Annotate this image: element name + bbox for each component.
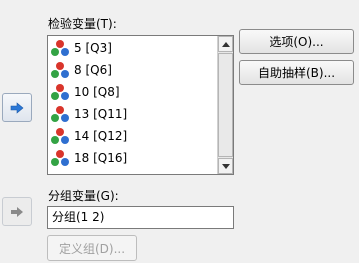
variable-label: 8 [Q6] <box>74 63 112 77</box>
scale-variable-icon <box>51 128 69 144</box>
scroll-thumb[interactable] <box>218 53 233 157</box>
chevron-up-icon <box>221 41 230 47</box>
list-item[interactable]: 10 [Q8] <box>50 82 120 102</box>
scale-variable-icon <box>51 106 69 122</box>
right-arrow-icon <box>10 101 24 114</box>
chevron-down-icon <box>221 163 230 169</box>
variable-label: 13 [Q11] <box>74 107 128 121</box>
variable-label: 10 [Q8] <box>74 85 120 99</box>
list-item[interactable]: 18 [Q16] <box>50 148 127 168</box>
variable-label: 18 [Q16] <box>74 151 128 165</box>
list-item[interactable]: 5 [Q3] <box>50 38 112 58</box>
variable-label: 5 [Q3] <box>74 41 112 55</box>
variable-label: 14 [Q12] <box>74 129 128 143</box>
list-item[interactable]: 8 [Q6] <box>50 60 112 80</box>
bootstrap-button[interactable]: 自助抽样(B)... <box>239 60 354 85</box>
list-item[interactable]: 14 [Q12] <box>50 126 127 146</box>
list-item[interactable]: 13 [Q11] <box>50 104 127 124</box>
move-to-grouping-button[interactable] <box>2 197 32 226</box>
options-button[interactable]: 选项(O)... <box>239 29 354 54</box>
move-to-test-button[interactable] <box>2 93 32 122</box>
scale-variable-icon <box>51 40 69 56</box>
test-variables-label: 检验变量(T): <box>48 17 117 31</box>
scroll-down-button[interactable] <box>218 158 233 174</box>
scale-variable-icon <box>51 62 69 78</box>
scale-variable-icon <box>51 84 69 100</box>
list-scrollbar[interactable] <box>217 36 233 174</box>
right-arrow-icon <box>11 206 23 217</box>
define-groups-button[interactable]: 定义组(D)... <box>47 235 137 261</box>
scroll-up-button[interactable] <box>218 36 233 52</box>
grouping-variable-field[interactable]: 分组(1 2) <box>47 206 234 229</box>
scale-variable-icon <box>51 150 69 166</box>
test-variables-list[interactable]: 5 [Q3] 8 [Q6] 10 [Q8] 13 [Q11] 14 [Q12] … <box>47 35 234 175</box>
grouping-variable-label: 分组变量(G): <box>48 189 119 203</box>
